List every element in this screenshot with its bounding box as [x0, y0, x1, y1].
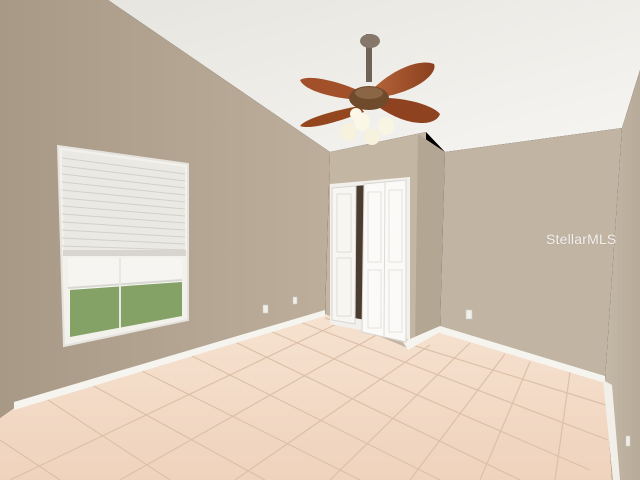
- outlet-icon: [292, 296, 298, 305]
- window: [56, 144, 189, 348]
- room-photo: StellarMLS: [0, 0, 640, 480]
- outlet-icon: [465, 309, 473, 320]
- watermark-text: StellarMLS: [546, 231, 617, 247]
- outlet-icon: [625, 435, 631, 447]
- room-illustration: [0, 0, 640, 480]
- closet-door-left[interactable]: [331, 185, 357, 325]
- closet: [330, 177, 410, 343]
- outlet-icon: [262, 304, 269, 314]
